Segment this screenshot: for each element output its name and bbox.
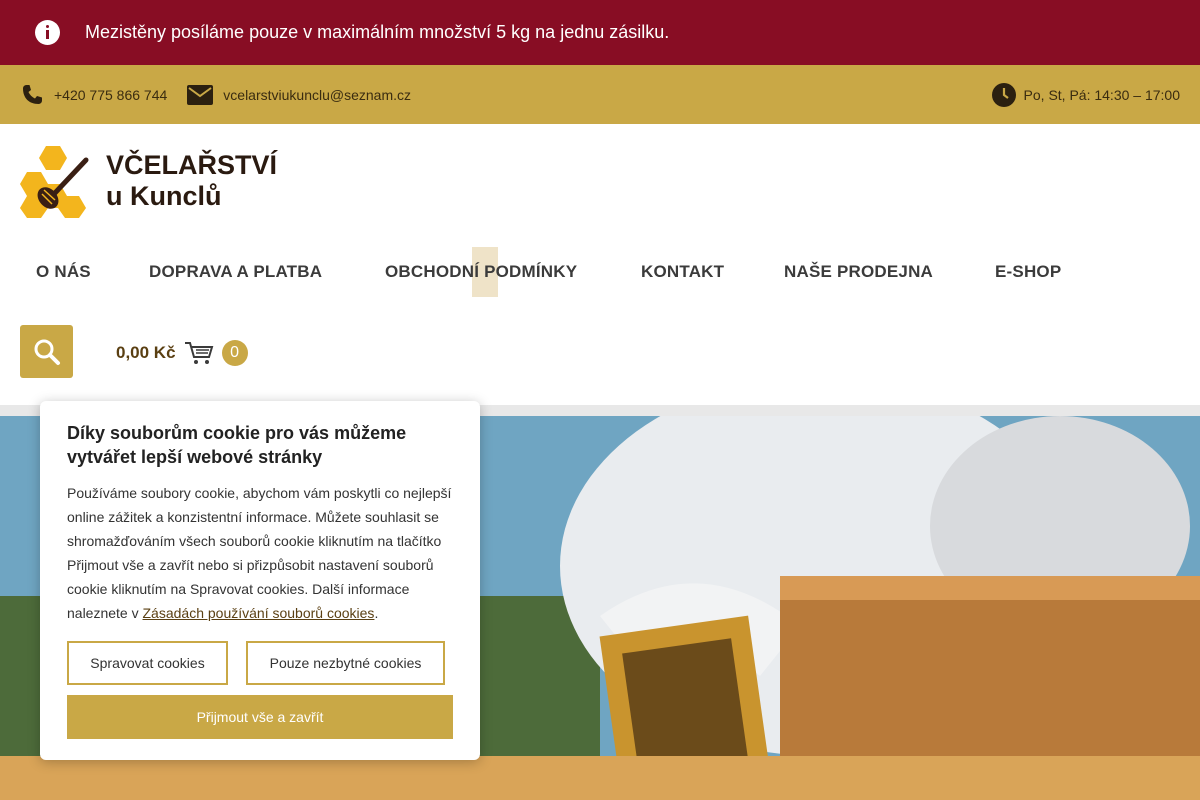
nav-item-obchodni-podminky[interactable]: OBCHODNÍ PODMÍNKY xyxy=(385,247,577,297)
nav-item-o-nas[interactable]: O NÁS xyxy=(36,247,91,297)
email-address: vcelarstviukunclu@seznam.cz xyxy=(223,86,412,103)
cart-icon xyxy=(184,342,213,364)
accept-all-button[interactable]: Přijmout vše a zavřít xyxy=(67,695,453,739)
email-contact[interactable]: vcelarstviukunclu@seznam.cz xyxy=(187,84,412,105)
cookie-policy-link[interactable]: Zásadách používání souborů cookies xyxy=(143,605,375,621)
nav-item-doprava-a-platba[interactable]: DOPRAVA A PLATBA xyxy=(149,247,322,297)
cookie-text-end: . xyxy=(374,605,379,621)
phone-contact[interactable]: +420 775 866 744 xyxy=(20,83,167,107)
info-icon xyxy=(35,20,60,45)
cookie-title: Díky souborům cookie pro vás můžeme vytv… xyxy=(67,423,407,467)
necessary-cookies-button[interactable]: Pouze nezbytné cookies xyxy=(246,641,445,685)
logo-line-1: VČELAŘSTVÍ xyxy=(106,150,278,180)
nav-item-kontakt[interactable]: KONTAKT xyxy=(641,247,724,297)
search-icon xyxy=(34,339,60,365)
cookie-description: Používáme soubory cookie, abychom vám po… xyxy=(67,481,453,625)
cart-count-badge: 0 xyxy=(221,340,248,366)
contact-bar: +420 775 866 744 vcelarstviukunclu@sezna… xyxy=(0,65,1200,124)
cart-total: 0,00 Kč xyxy=(116,343,176,362)
cookie-consent-dialog: Díky souborům cookie pro vás můžeme vytv… xyxy=(40,401,480,760)
logo-text: VČELAŘSTVÍ u Kunclů xyxy=(106,150,277,212)
honeycomb-dipper-logo-icon xyxy=(20,146,89,218)
hours-text: Po, St, Pá: 14:30 – 17:00 xyxy=(1023,86,1180,103)
notice-bar: Mezistěny posíláme pouze v maximálním mn… xyxy=(0,0,1200,65)
main-navigation: O NÁS DOPRAVA A PLATBA OBCHODNÍ PODMÍNKY… xyxy=(0,247,1200,297)
envelope-icon xyxy=(187,84,214,105)
notice-text: Mezistěny posíláme pouze v maximálním mn… xyxy=(85,22,670,42)
manage-cookies-button[interactable]: Spravovat cookies xyxy=(67,641,228,685)
logo-line-2: u Kunclů xyxy=(106,181,222,211)
nav-item-nase-prodejna[interactable]: NAŠE PRODEJNA xyxy=(784,247,933,297)
cookie-text: Používáme soubory cookie, abychom vám po… xyxy=(67,485,452,621)
search-button[interactable] xyxy=(20,325,73,378)
cookie-button-row: Spravovat cookies Pouze nezbytné cookies xyxy=(67,641,445,685)
phone-number: +420 775 866 744 xyxy=(54,86,168,103)
nav-item-e-shop[interactable]: E-SHOP xyxy=(995,247,1061,297)
phone-icon xyxy=(23,84,42,104)
opening-hours: Po, St, Pá: 14:30 – 17:00 xyxy=(991,82,1180,107)
clock-icon xyxy=(991,82,1016,107)
site-logo[interactable]: VČELAŘSTVÍ u Kunclů xyxy=(20,142,277,220)
cart-widget[interactable]: 0,00 Kč 0 xyxy=(116,340,248,366)
